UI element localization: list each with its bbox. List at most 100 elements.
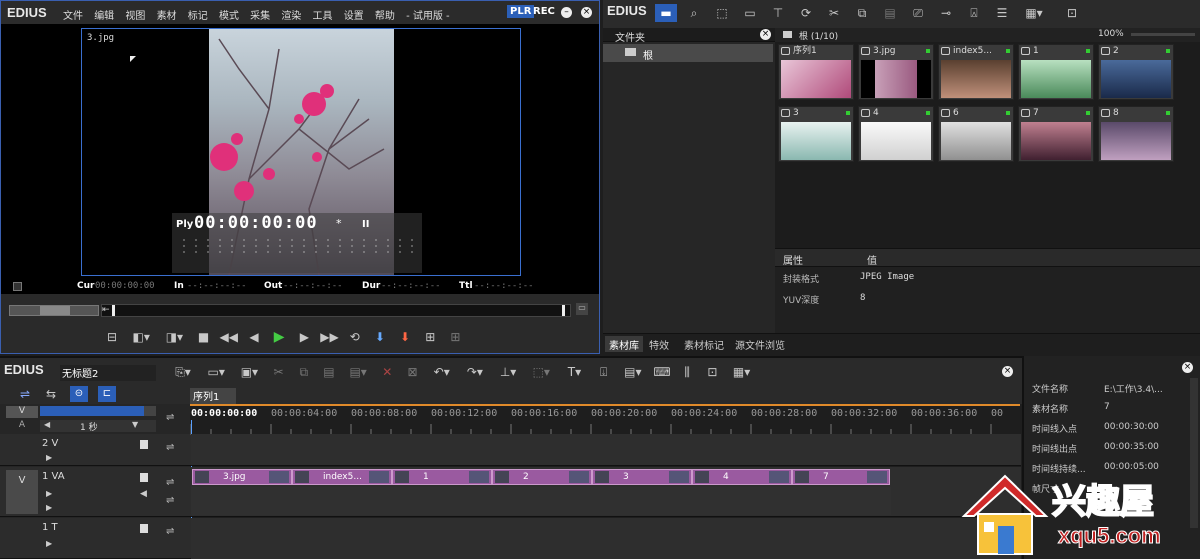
thumbnail-item[interactable]: 6 <box>938 106 1014 162</box>
zoom-dropdown-icon[interactable]: ▼ <box>132 420 138 429</box>
copy-icon[interactable]: ⧉ <box>851 4 873 22</box>
position-bar[interactable]: ⇤ <box>101 304 571 317</box>
copy-icon[interactable]: ⧉ <box>293 363 315 381</box>
zoom-left-icon[interactable]: ◀ <box>44 420 50 429</box>
undo-icon[interactable]: ↶▾ <box>427 363 457 381</box>
plr-button[interactable]: PLR <box>507 5 535 18</box>
video-mute-icon[interactable] <box>140 473 148 482</box>
title-mute-icon[interactable] <box>140 524 148 533</box>
audio-link-icon[interactable]: ⇌ <box>166 495 174 506</box>
menu-settings[interactable]: 设置 <box>344 11 364 22</box>
zoom-select[interactable]: ◀ 1 秒 ▼ <box>40 420 156 433</box>
delete-icon[interactable]: ⍓ <box>963 4 985 22</box>
sequence-tab[interactable]: 序列1 <box>190 388 236 404</box>
end-handle[interactable] <box>562 305 565 316</box>
stop-icon[interactable]: ■ <box>193 328 215 346</box>
track-link-icon[interactable]: ⇌ <box>166 442 174 453</box>
menu-tools[interactable]: 工具 <box>313 11 333 22</box>
tab-clip-markers[interactable]: 素材标记 <box>684 337 724 352</box>
toolbox-icon[interactable]: ⊡ <box>1061 4 1083 22</box>
thumbnail-item[interactable]: 1 <box>1018 44 1094 100</box>
overwrite-icon[interactable]: ⬇ <box>394 328 416 346</box>
step-forward-icon[interactable]: ▶ <box>293 328 315 346</box>
zoom-slider[interactable] <box>1131 33 1195 36</box>
info-close-icon[interactable]: × <box>1182 362 1193 373</box>
sequence-settings-icon[interactable]: ⎘▾ <box>168 363 198 381</box>
menu-edit[interactable]: 编辑 <box>94 11 114 22</box>
paste-icon[interactable]: ▤ <box>318 363 340 381</box>
v-label[interactable]: V <box>6 406 38 418</box>
thumbnail-item[interactable]: 3.jpg <box>858 44 934 100</box>
cut-icon[interactable]: ✂ <box>823 4 845 22</box>
speaker-icon[interactable]: ◀ <box>140 489 147 499</box>
video-mute-icon[interactable] <box>140 440 148 449</box>
expand-audio-icon[interactable]: ▶ <box>46 503 52 512</box>
close-folder-icon[interactable]: × <box>760 29 771 40</box>
track-sync-icon[interactable]: ⇌ <box>166 412 174 423</box>
lane-2v[interactable] <box>191 434 1021 466</box>
play-icon[interactable]: ▶ <box>268 328 290 346</box>
loop-icon[interactable]: ⟲ <box>344 328 366 346</box>
set-in-icon[interactable]: ⊟ <box>101 328 123 346</box>
paste-insert-icon[interactable]: ▤▾ <box>343 363 373 381</box>
track-side[interactable]: V <box>6 470 38 514</box>
redo-icon[interactable]: ↷▾ <box>460 363 490 381</box>
menu-marker[interactable]: 标记 <box>188 11 208 22</box>
save-icon[interactable]: ▣▾ <box>234 363 264 381</box>
folder-item-root[interactable]: 根 <box>603 44 773 62</box>
timeline-clip[interactable]: 1 <box>392 469 492 485</box>
set-keyframe-icon[interactable]: ⊥▾ <box>493 363 523 381</box>
expand-icon[interactable]: ▶ <box>46 453 52 462</box>
panel-toggle-icon[interactable] <box>13 282 22 291</box>
title-icon[interactable]: T▾ <box>559 363 589 381</box>
keyboard-icon[interactable]: ⌨ <box>651 363 673 381</box>
up-folder-icon[interactable]: ⬚ <box>711 4 733 22</box>
render-icon[interactable]: ▤▾ <box>618 363 648 381</box>
thumbnail-item[interactable]: 2 <box>1098 44 1174 100</box>
menu-capture[interactable]: 采集 <box>250 11 270 22</box>
expand-icon[interactable]: ▶ <box>46 489 52 498</box>
timeline-clip[interactable]: 3 <box>592 469 692 485</box>
replace-icon[interactable]: ⟳ <box>795 4 817 22</box>
tab-source-browser[interactable]: 源文件浏览 <box>735 337 785 352</box>
snapshot-icon[interactable]: ⊡ <box>701 363 723 381</box>
group-icon[interactable]: ⊏ <box>98 386 116 402</box>
grid-view-icon[interactable]: ▦▾ <box>1019 4 1049 22</box>
folder-view-icon[interactable]: ▬ <box>655 4 677 22</box>
rewind-icon[interactable]: ◀◀ <box>218 328 240 346</box>
audio-lane[interactable] <box>191 487 891 515</box>
thumbnail-item[interactable]: 8 <box>1098 106 1174 162</box>
collapse-icon[interactable]: ▭ <box>576 303 588 315</box>
open-project-icon[interactable]: ▭▾ <box>201 363 231 381</box>
timeline-clip[interactable]: 3.jpg <box>192 469 292 485</box>
zoom-level-bar[interactable] <box>40 406 156 416</box>
menu-help[interactable]: 帮助 <box>375 11 395 22</box>
ripple-mode-icon[interactable]: ⇌ <box>14 385 36 403</box>
search-icon[interactable]: ⌕ <box>683 4 705 22</box>
rec-button[interactable]: REC <box>533 6 555 17</box>
mark-out-icon[interactable]: ◨▾ <box>159 328 189 346</box>
lane-1t[interactable] <box>191 518 1021 559</box>
ripple-delete-icon[interactable]: ⊠ <box>402 363 424 381</box>
timeline-clip[interactable]: 4 <box>692 469 792 485</box>
track-link-icon[interactable]: ⇌ <box>166 526 174 537</box>
paste-icon[interactable]: ▤ <box>879 4 901 22</box>
export-icon[interactable]: ⍗ <box>593 363 615 381</box>
mixer-icon[interactable]: ⫼ <box>676 363 698 381</box>
menu-clip[interactable]: 素材 <box>157 11 177 22</box>
shuttle-slider[interactable] <box>9 305 99 316</box>
list-view-icon[interactable]: ☰ <box>991 4 1013 22</box>
menu-render[interactable]: 渲染 <box>281 11 301 22</box>
layout-icon[interactable]: ▦▾ <box>727 363 757 381</box>
thumbnail-item[interactable]: 3 <box>778 106 854 162</box>
fast-forward-icon[interactable]: ▶▶ <box>319 328 341 346</box>
expand-icon[interactable]: ▶ <box>46 539 52 548</box>
trim-icon[interactable]: ⬚▾ <box>526 363 556 381</box>
cut-icon[interactable]: ✂ <box>268 363 290 381</box>
minimize-icon[interactable]: – <box>561 7 572 18</box>
delete-icon[interactable]: ✕ <box>376 363 398 381</box>
tab-bin[interactable]: 素材库 <box>605 336 643 352</box>
thumbnail-item[interactable]: 4 <box>858 106 934 162</box>
menu-view[interactable]: 视图 <box>125 11 145 22</box>
export-icon[interactable]: ⊞ <box>419 328 441 346</box>
